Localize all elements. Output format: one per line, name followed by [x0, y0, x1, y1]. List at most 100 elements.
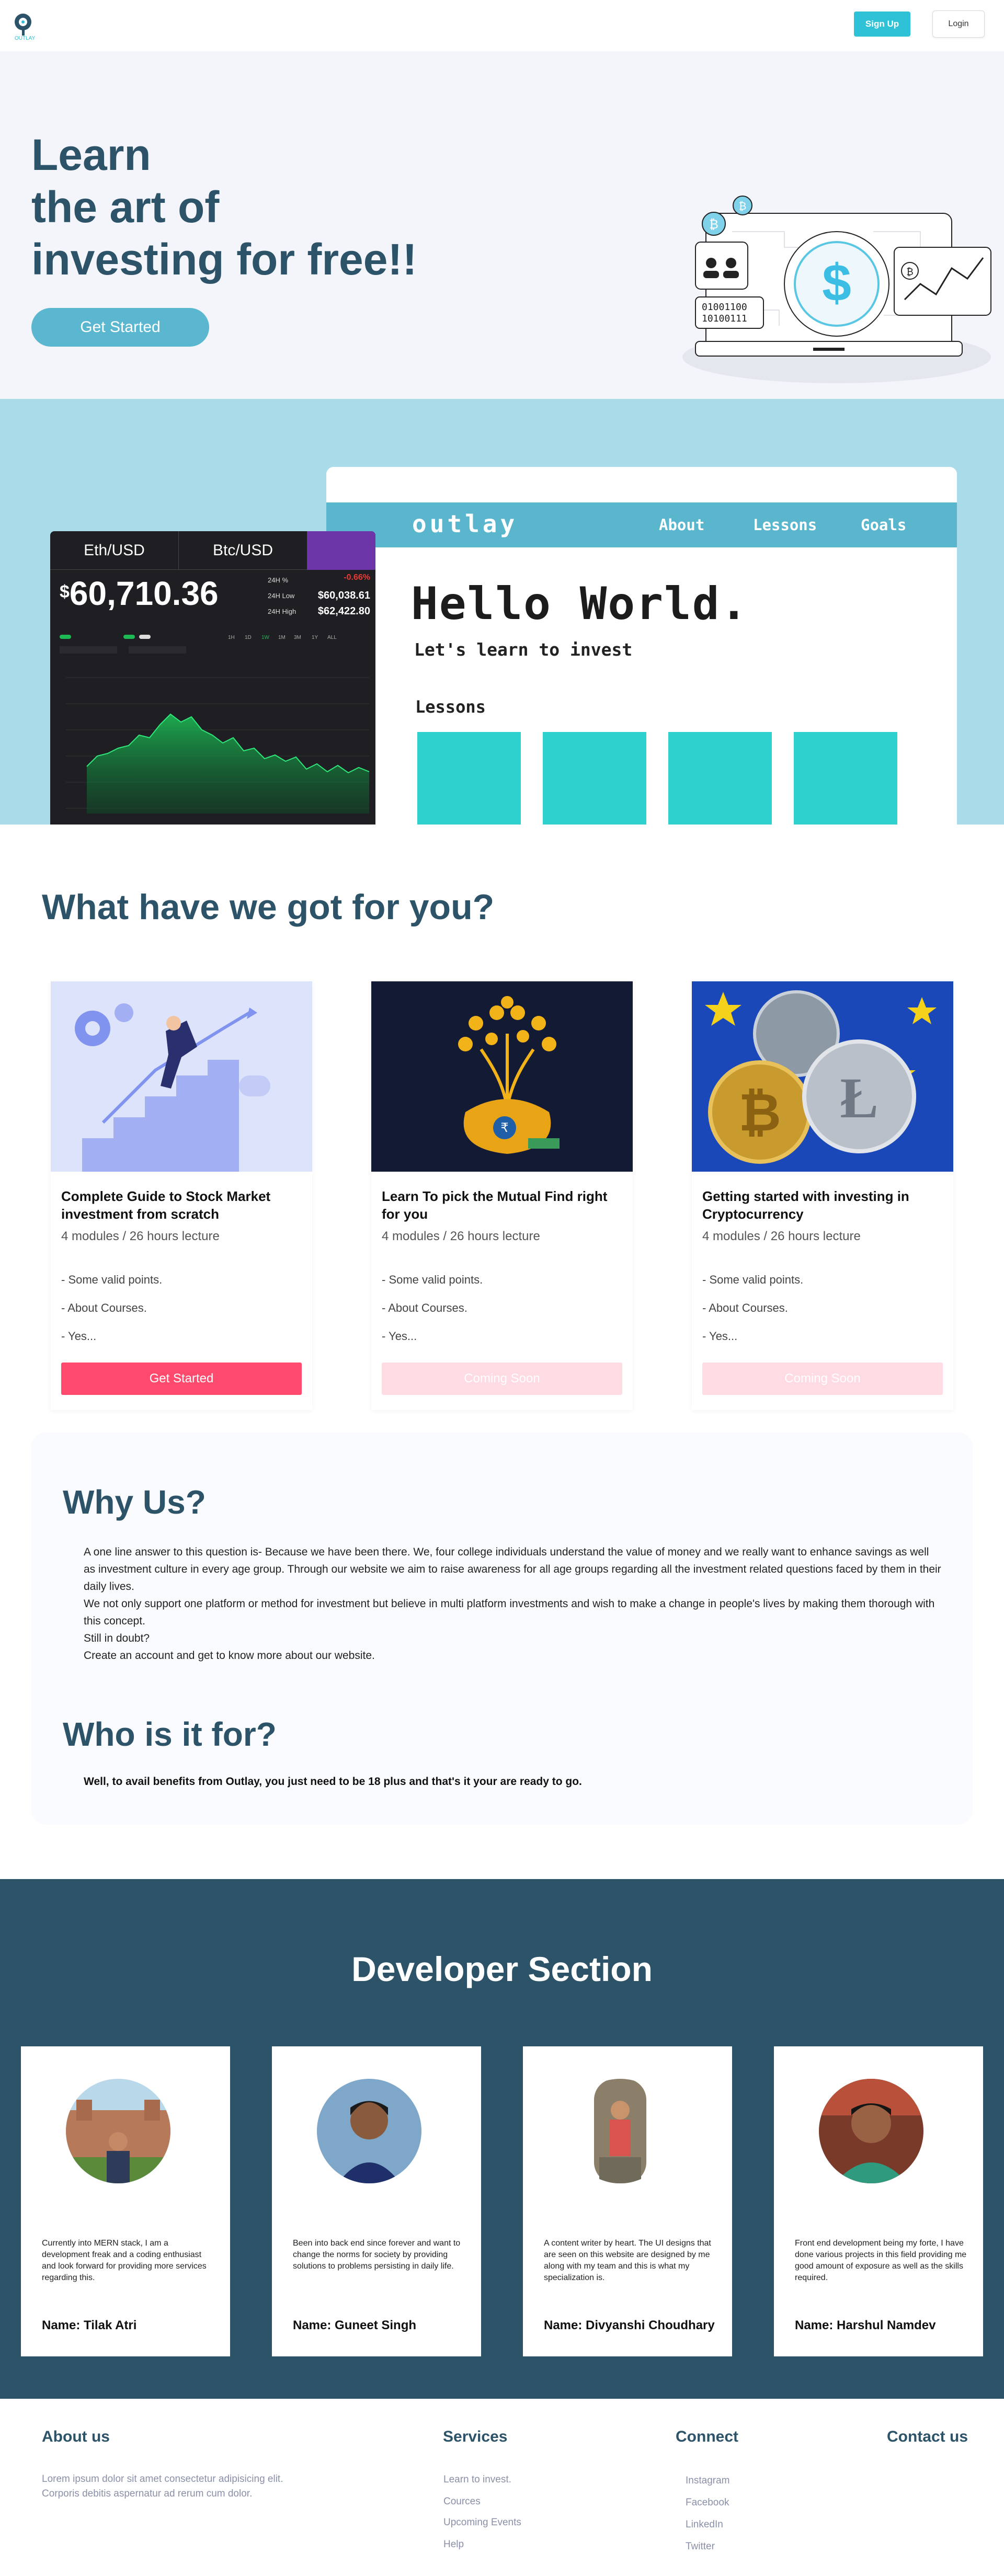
- footer-link-facebook[interactable]: Facebook: [686, 2497, 729, 2509]
- mock-site-window: outlay About Lessons Goals Hello World. …: [326, 467, 957, 825]
- footer-link-instagram[interactable]: Instagram: [686, 2475, 729, 2487]
- course-card: ₹ Learn To pick the Mutual Find right fo…: [371, 981, 633, 1410]
- mock-lesson-card: [668, 732, 772, 825]
- coming-soon-button[interactable]: Coming Soon: [702, 1363, 943, 1395]
- who-is-it-for-text: Well, to avail benefits from Outlay, you…: [84, 1776, 582, 1788]
- course-title: Learn To pick the Mutual Find right for …: [382, 1188, 608, 1222]
- offerings-title: What have we got for you?: [42, 887, 495, 927]
- mock-lesson-card: [794, 732, 897, 825]
- avatar-photo: [568, 2079, 672, 2183]
- developer-card: Been into back end since forever and wan…: [272, 2046, 481, 2356]
- course-meta: 4 modules / 26 hours lecture: [61, 1229, 220, 1243]
- mock-site-section-label: Lessons: [415, 697, 486, 717]
- footer-about-title: About us: [42, 2428, 110, 2445]
- avatar-photo: [819, 2079, 923, 2183]
- footer-link-linkedin[interactable]: LinkedIn: [686, 2519, 723, 2531]
- developer-name: Name: Divyanshi Choudhary: [544, 2318, 715, 2332]
- svg-text:3M: 3M: [294, 635, 301, 640]
- mock-nav-link: Goals: [861, 516, 907, 534]
- footer-link-help[interactable]: Help: [443, 2539, 464, 2550]
- svg-text:Ł: Ł: [840, 1066, 878, 1130]
- get-started-button[interactable]: Get Started: [61, 1363, 302, 1395]
- stat-value: -0.66%: [344, 573, 370, 582]
- developer-bio: Currently into MERN stack, I am a develo…: [42, 2239, 207, 2282]
- course-point: - Yes...: [61, 1330, 97, 1343]
- footer-services-title: Services: [443, 2428, 508, 2445]
- crypto-dashboard-illustration: $ 01001100 10100111 ₿ ₿ ₿: [682, 196, 991, 383]
- mock-lesson-card: [543, 732, 646, 825]
- site-preview-section: outlay About Lessons Goals Hello World. …: [0, 399, 1004, 825]
- svg-text:1Y: 1Y: [312, 635, 318, 640]
- who-is-it-for-title: Who is it for?: [63, 1715, 277, 1753]
- svg-text:₿: ₿: [739, 201, 747, 212]
- developer-bio: Been into back end since forever and wan…: [293, 2239, 461, 2271]
- course-point: - About Courses.: [702, 1301, 788, 1314]
- why-paragraph: We not only support one platform or meth…: [84, 1598, 935, 1627]
- stat-label: 24H Low: [268, 592, 295, 600]
- developer-bio: Front end development being my forte, I …: [795, 2239, 967, 2282]
- course-point: - Some valid points.: [702, 1273, 804, 1286]
- svg-text:₹: ₹: [500, 1121, 508, 1135]
- course-card: ₿ Ł Getting started with investing in Cr…: [692, 981, 953, 1410]
- course-card: Complete Guide to Stock Market investmen…: [51, 981, 312, 1410]
- hero-title-line: investing for free!!: [31, 235, 417, 284]
- footer-link-learn[interactable]: Learn to invest.: [443, 2474, 511, 2486]
- why-paragraph: Create an account and get to know more a…: [84, 1650, 375, 1662]
- footer-link-courses[interactable]: Cources: [443, 2496, 481, 2508]
- price-readout: $60,710.36: [60, 574, 219, 613]
- why-us-title: Why Us?: [63, 1483, 206, 1521]
- svg-text:1W: 1W: [261, 635, 270, 640]
- trading-tab-accent: [307, 531, 375, 570]
- mock-nav-link: About: [659, 516, 705, 534]
- hero-section: Learn the art of investing for free!! Ge…: [0, 51, 1004, 399]
- tab-btc-usd[interactable]: Btc/USD: [179, 531, 307, 570]
- outlay-logo-icon[interactable]: OUTLAY: [12, 12, 48, 41]
- why-paragraph: A one line answer to this question is- B…: [84, 1546, 941, 1593]
- developer-name: Name: Guneet Singh: [293, 2318, 417, 2332]
- stat-value: $62,422.80: [317, 605, 370, 617]
- developer-card: A content writer by heart. The UI design…: [523, 2046, 732, 2356]
- avatar-photo: [66, 2079, 170, 2183]
- mock-lesson-card: [417, 732, 521, 825]
- hero-title: Learn the art of investing for free!!: [31, 129, 502, 285]
- svg-text:₿: ₿: [709, 217, 718, 232]
- course-meta: 4 modules / 26 hours lecture: [702, 1229, 861, 1243]
- mock-site-subheading: Let's learn to invest: [414, 639, 633, 660]
- hero-title-line: Learn: [31, 130, 151, 179]
- developer-card: Front end development being my forte, I …: [774, 2046, 983, 2356]
- svg-text:ALL: ALL: [327, 635, 337, 640]
- svg-text:1H: 1H: [228, 635, 235, 640]
- footer: About us Lorem ipsum dolor sit amet cons…: [0, 2399, 1004, 2576]
- course-point: - Some valid points.: [382, 1273, 483, 1286]
- get-started-button[interactable]: Get Started: [31, 308, 209, 347]
- svg-text:10100111: 10100111: [702, 313, 747, 324]
- stat-label: 24H %: [268, 576, 289, 584]
- signup-button[interactable]: Sign Up: [854, 12, 910, 37]
- price-value: 60,710.36: [69, 575, 219, 612]
- footer-link-events[interactable]: Upcoming Events: [443, 2517, 521, 2528]
- footer-contact-title: Contact us: [887, 2428, 968, 2445]
- footer-link-twitter[interactable]: Twitter: [686, 2541, 715, 2552]
- top-nav: OUTLAY Sign Up Login: [0, 0, 1004, 51]
- money-tree-illustration: ₹: [371, 981, 633, 1172]
- course-point: - Yes...: [702, 1330, 738, 1343]
- developer-section: Developer Section Currently into MERN st…: [0, 1879, 1004, 2399]
- price-chart: 1H 1D 1W 1M 3M 1Y ALL: [60, 635, 370, 814]
- why-us-section: Why Us? A one line answer to this questi…: [31, 1433, 973, 1825]
- avatar-photo: [317, 2079, 421, 2183]
- mock-site-nav: outlay About Lessons Goals: [326, 502, 957, 547]
- developer-name: Name: Harshul Namdev: [795, 2318, 936, 2332]
- stat-value: $60,038.61: [317, 590, 370, 601]
- why-paragraph: Still in doubt?: [84, 1632, 150, 1644]
- developer-section-title: Developer Section: [351, 1950, 653, 1988]
- login-button[interactable]: Login: [932, 10, 985, 38]
- course-title: Complete Guide to Stock Market investmen…: [61, 1188, 271, 1222]
- svg-text:₿: ₿: [906, 267, 913, 277]
- course-point: - Yes...: [382, 1330, 417, 1343]
- mock-site-brand: outlay: [412, 510, 518, 538]
- footer-connect-title: Connect: [676, 2428, 738, 2445]
- tab-eth-usd[interactable]: Eth/USD: [50, 531, 179, 570]
- svg-text:₿: ₿: [738, 1083, 781, 1142]
- coming-soon-button[interactable]: Coming Soon: [382, 1363, 622, 1395]
- crypto-coins-photo: ₿ Ł: [692, 981, 953, 1172]
